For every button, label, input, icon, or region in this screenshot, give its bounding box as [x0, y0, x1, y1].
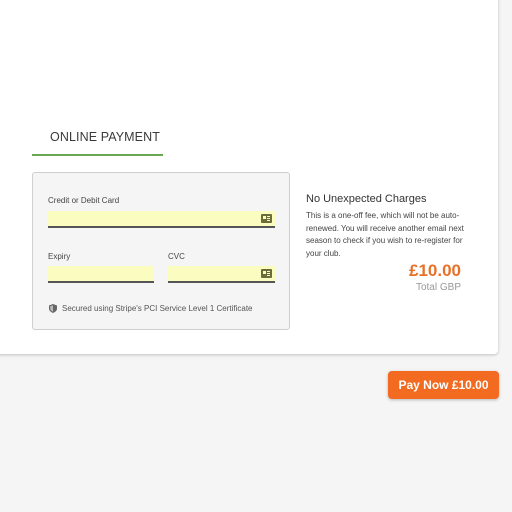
card-number-label: Credit or Debit Card	[48, 196, 120, 205]
card-icon	[261, 269, 272, 278]
card-icon	[261, 214, 272, 223]
price-amount: £10.00	[409, 261, 461, 280]
price-currency: Total GBP	[415, 282, 461, 293]
card-form: Credit or Debit Card Expiry CVC Secured …	[32, 172, 290, 330]
expiry-label: Expiry	[48, 252, 71, 261]
tab-online-payment[interactable]: ONLINE PAYMENT	[50, 130, 160, 144]
cvc-label: CVC	[168, 252, 185, 261]
info-text: This is a one-off fee, which will not be…	[306, 211, 464, 258]
tab-active-underline	[32, 154, 163, 156]
expiry-input[interactable]	[48, 266, 154, 283]
secure-text: Secured using Stripe's PCI Service Level…	[62, 304, 253, 313]
shield-icon	[49, 304, 57, 313]
secure-notice: Secured using Stripe's PCI Service Level…	[49, 304, 253, 313]
cvc-input[interactable]	[168, 266, 275, 283]
info-title: No Unexpected Charges	[306, 193, 427, 205]
card-number-input[interactable]	[48, 211, 275, 228]
pay-now-button[interactable]: Pay Now £10.00	[388, 371, 499, 399]
